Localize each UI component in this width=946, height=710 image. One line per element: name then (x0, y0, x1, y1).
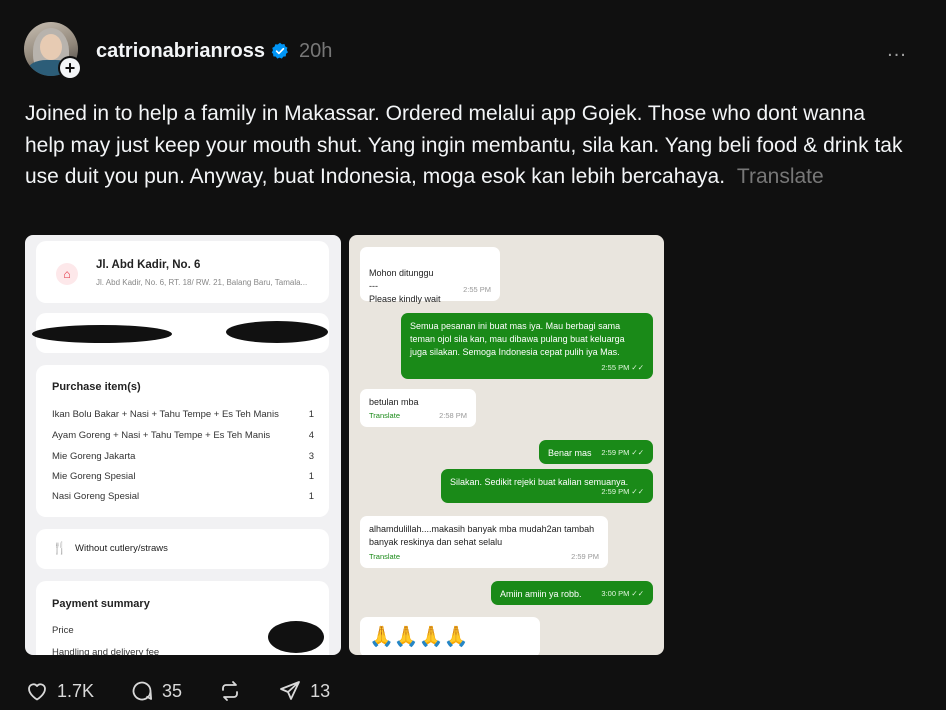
redaction-mark (268, 621, 324, 653)
chat-bubble-in: 🙏🙏🙏🙏 (360, 617, 540, 655)
list-item: Ikan Bolu Bakar + Nasi + Tahu Tempe + Es… (52, 409, 314, 420)
cutlery-icon: 🍴 (52, 541, 67, 555)
chat-bubble-out: Benar mas 2:59 PM ✓✓ (539, 440, 653, 464)
list-item: Mie Goreng Spesial 1 (52, 471, 314, 482)
chat-bubble-in: alhamdulillah....makasih banyak mba muda… (360, 516, 608, 568)
like-count: 1.7K (57, 680, 95, 701)
address-card: ⌂ Jl. Abd Kadir, No. 6 Jl. Abd Kadir, No… (36, 241, 329, 303)
handling-row: Handling and delivery fee (52, 647, 160, 655)
post-caption: Joined in to help a family in Makassar. … (25, 98, 905, 193)
cutlery-text: Without cutlery/straws (75, 543, 168, 554)
address-subtitle: Jl. Abd Kadir, No. 6, RT. 18/ RW. 21, Ba… (96, 278, 308, 287)
payment-summary-card: Payment summary Price Handling and deliv… (36, 581, 329, 655)
follow-plus-icon[interactable]: + (58, 56, 82, 80)
more-options-icon[interactable]: ... (884, 40, 910, 60)
list-item: Ayam Goreng + Nasi + Tahu Tempe + Es Teh… (52, 430, 314, 441)
comment-button[interactable]: 35 (130, 679, 182, 703)
chat-bubble-out: Silakan. Sedikit rejeki buat kalian semu… (441, 469, 653, 503)
username[interactable]: catrionabrianross (96, 40, 265, 63)
avatar[interactable]: + (24, 22, 82, 80)
redacted-card (32, 313, 329, 353)
send-icon (280, 681, 300, 700)
chat-bubble-in: Mohon ditunggu --- Please kindly wait 2:… (360, 247, 500, 304)
location-pin-icon: ⌂ (56, 263, 78, 285)
repost-icon (222, 681, 238, 701)
verified-badge-icon (271, 42, 288, 59)
share-count: 13 (310, 680, 331, 701)
receipt-image[interactable]: ⌂ Jl. Abd Kadir, No. 6 Jl. Abd Kadir, No… (25, 235, 341, 655)
translate-link[interactable]: Translate (737, 165, 824, 188)
post-time: 20h (298, 39, 333, 62)
purchase-items-card: Purchase item(s) Ikan Bolu Bakar + Nasi … (36, 365, 329, 517)
redaction-mark (226, 321, 328, 343)
list-item: Mie Goreng Jakarta 3 (52, 451, 314, 462)
payment-title: Payment summary (52, 598, 150, 610)
cutlery-card: 🍴 Without cutlery/straws (36, 529, 329, 569)
chat-bubble-in: betulan mba Translate 2:58 PM (360, 389, 476, 427)
share-button[interactable]: 13 (278, 679, 330, 703)
purchase-title: Purchase item(s) (52, 381, 141, 393)
action-bar: 1.7K 35 13 (25, 678, 366, 704)
chat-bubble-out: Amiin amiin ya robb. 3:00 PM ✓✓ (491, 581, 653, 605)
comment-icon (132, 681, 153, 701)
chat-image[interactable]: Mohon ditunggu --- Please kindly wait 2:… (349, 235, 664, 655)
address-title: Jl. Abd Kadir, No. 6 (96, 259, 201, 271)
repost-button[interactable] (218, 679, 242, 703)
heart-icon (28, 683, 46, 701)
redaction-mark (32, 325, 172, 343)
comment-count: 35 (162, 680, 183, 701)
threads-post: + catrionabrianross 20h ... Joined in to… (0, 0, 946, 710)
list-item: Nasi Goreng Spesial 1 (52, 491, 314, 502)
post-header: catrionabrianross 20h (96, 38, 332, 64)
like-button[interactable]: 1.7K (25, 679, 94, 703)
chat-bubble-out: Semua pesanan ini buat mas iya. Mau berb… (401, 313, 653, 379)
